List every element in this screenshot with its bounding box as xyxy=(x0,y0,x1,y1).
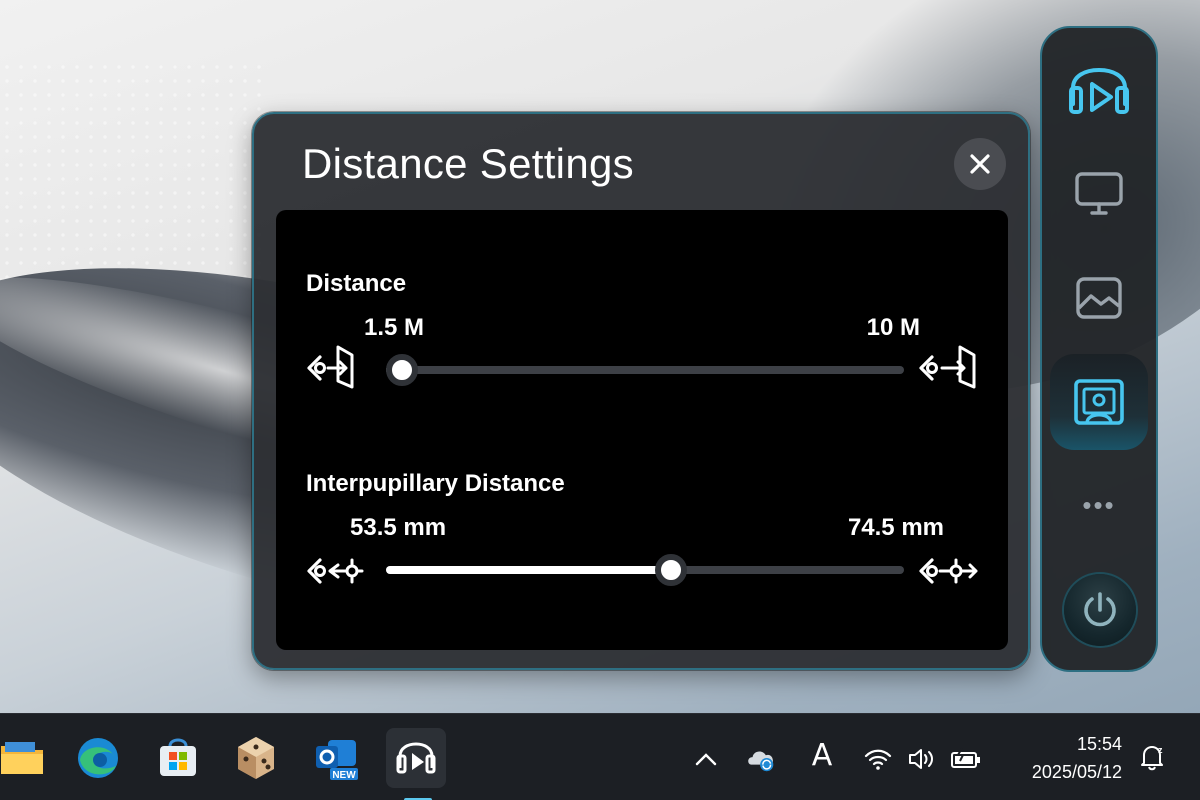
distance-label: Distance xyxy=(306,270,407,297)
dock-vr-button[interactable] xyxy=(1050,44,1148,140)
ipd-max-label: 74.5 mm xyxy=(847,514,944,541)
microsoft-store-icon xyxy=(160,738,196,776)
view-near-icon xyxy=(307,345,354,389)
ipd-narrow-icon xyxy=(307,558,364,584)
side-dock: ••• xyxy=(1040,26,1158,672)
volume-button[interactable] xyxy=(906,744,938,774)
ipd-label: Interpupillary Distance xyxy=(306,470,565,497)
ipd-slider-fill xyxy=(386,566,671,574)
dock-image-button[interactable] xyxy=(1050,250,1148,346)
outlook-new-icon: NEW xyxy=(316,740,358,781)
dock-monitor-button[interactable] xyxy=(1050,146,1148,242)
taskbar-dice-app[interactable] xyxy=(226,728,286,788)
taskbar-edge[interactable] xyxy=(68,728,128,788)
svg-text:z: z xyxy=(1158,745,1163,755)
onedrive-sync-icon xyxy=(748,751,774,772)
dialog-title: Distance Settings xyxy=(302,140,634,187)
dice-app-icon xyxy=(238,737,274,779)
distance-slider-thumb[interactable] xyxy=(385,354,418,386)
settings-panel: Distance 1.5 M 10 M Interpupillary Dista… xyxy=(276,210,1008,650)
ipd-slider-thumb[interactable] xyxy=(654,554,687,586)
taskbar-xr-app[interactable] xyxy=(386,728,446,788)
taskbar-file-explorer[interactable] xyxy=(0,728,52,788)
view-far-icon xyxy=(919,345,976,389)
ipd-slider[interactable] xyxy=(386,554,904,586)
power-button[interactable] xyxy=(1064,574,1136,646)
show-hidden-icons-button[interactable] xyxy=(690,744,722,774)
distance-settings-icon xyxy=(1074,379,1124,425)
ipd-min-label: 53.5 mm xyxy=(350,514,447,541)
wifi-button[interactable] xyxy=(862,744,894,774)
notification-button[interactable]: z xyxy=(1136,742,1168,772)
distance-slider[interactable] xyxy=(385,354,904,386)
close-icon xyxy=(970,154,990,174)
xr-app-icon xyxy=(396,742,436,774)
taskbar: NEW A 15:54 2025/05/12 z xyxy=(0,713,1200,800)
close-button[interactable] xyxy=(954,138,1006,190)
dock-more-button[interactable]: ••• xyxy=(1042,490,1156,521)
notification-bell-icon: z xyxy=(1141,745,1163,771)
dock-distance-settings-button[interactable] xyxy=(1050,354,1148,450)
distance-settings-dialog: Distance Settings Distance 1.5 M 10 M In… xyxy=(252,112,1030,670)
power-icon xyxy=(1084,592,1116,627)
taskbar-microsoft-store[interactable] xyxy=(148,728,208,788)
edge-icon xyxy=(78,738,118,778)
taskbar-outlook[interactable]: NEW xyxy=(306,728,366,788)
onedrive-button[interactable] xyxy=(746,744,778,774)
wifi-icon xyxy=(864,749,892,770)
battery-icon xyxy=(951,747,980,768)
file-explorer-icon xyxy=(1,742,43,774)
clock[interactable]: 15:54 2025/05/12 xyxy=(1032,730,1122,786)
vr-headset-icon xyxy=(1069,67,1129,114)
distance-min-label: 1.5 M xyxy=(364,314,425,341)
outlook-new-badge: NEW xyxy=(332,770,356,781)
distance-max-label: 10 M xyxy=(866,314,920,341)
ime-indicator[interactable]: A xyxy=(806,738,838,773)
battery-button[interactable] xyxy=(950,744,982,774)
monitor-icon xyxy=(1075,172,1123,215)
ipd-wide-icon xyxy=(919,558,978,584)
chevron-up-icon xyxy=(695,753,717,766)
image-icon xyxy=(1076,277,1122,319)
clock-date: 2025/05/12 xyxy=(1031,762,1122,782)
volume-icon xyxy=(909,749,933,769)
clock-time: 15:54 xyxy=(1076,734,1122,754)
